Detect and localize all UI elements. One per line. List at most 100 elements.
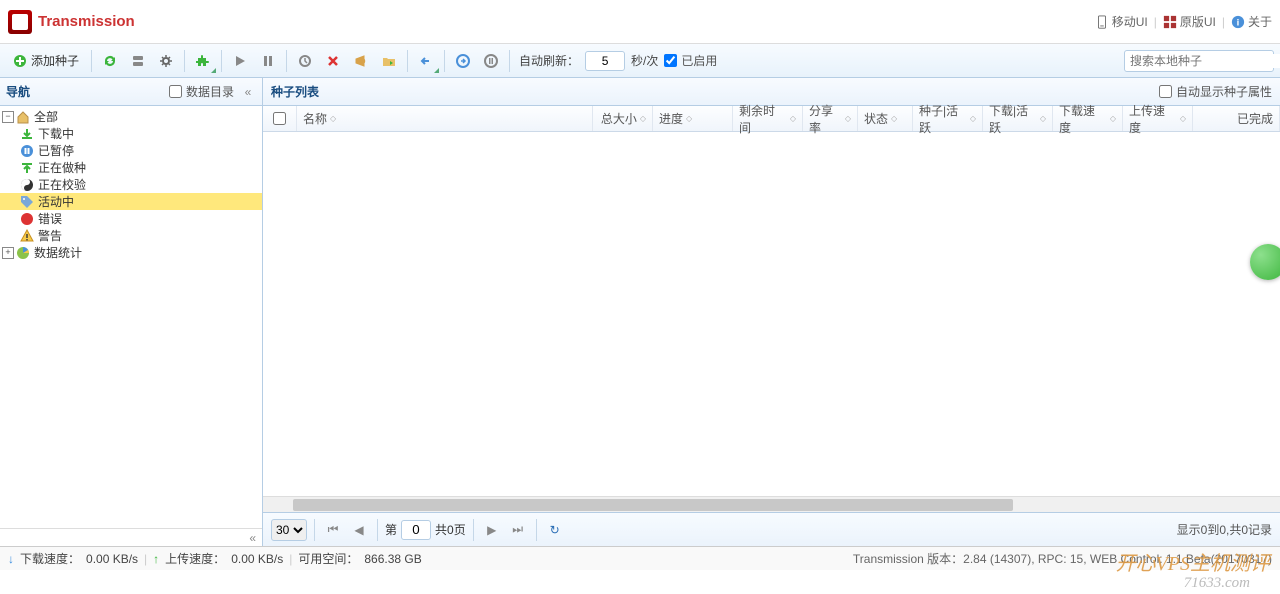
folder-move-icon [382, 54, 396, 68]
col-progress[interactable]: 进度◇ [653, 106, 733, 131]
search-box[interactable] [1124, 50, 1274, 72]
grid-icon [1163, 15, 1177, 29]
pause-circle-icon [484, 54, 498, 68]
tree-item-verifying[interactable]: 正在校验 [0, 176, 262, 193]
col-seeds[interactable]: 种子|活跃◇ [913, 106, 983, 131]
collapse-nav-icon[interactable]: « [240, 84, 256, 100]
page-size-select[interactable]: 30 [271, 519, 307, 541]
space-value: 866.38 GB [364, 552, 421, 566]
expand-icon[interactable]: + [2, 247, 14, 259]
pause-button[interactable] [255, 49, 281, 73]
warning-icon [20, 229, 34, 243]
yinyang-icon [20, 178, 34, 192]
plus-icon [13, 54, 27, 68]
play-button[interactable] [227, 49, 253, 73]
start-all-button[interactable] [97, 49, 123, 73]
recheck-icon [298, 54, 312, 68]
page-input[interactable] [401, 520, 431, 540]
pause-icon [262, 55, 274, 67]
enabled-checkbox[interactable] [664, 54, 677, 67]
server-button[interactable] [125, 49, 151, 73]
location-button[interactable] [376, 49, 402, 73]
col-peers[interactable]: 下载|活跃◇ [983, 106, 1053, 131]
app-header: Transmission 移动UI | 原版UI | i 关于 [0, 0, 1280, 44]
search-input[interactable] [1130, 54, 1280, 68]
play-icon [234, 55, 246, 67]
pager: 30 ⏮ ◀ 第 共0页 ▶ ⏭ ↻ 显示0到0,共0记录 [263, 512, 1280, 546]
auto-show-check[interactable]: 自动显示种子属性 [1159, 83, 1272, 100]
col-size[interactable]: 总大小◇ [593, 106, 653, 131]
error-icon [20, 212, 34, 226]
plugins-button[interactable] [190, 49, 216, 73]
toolbar: 添加种子 自动刷新： 秒/次 已启用 [0, 44, 1280, 78]
status-bar: ↓ 下载速度： 0.00 KB/s | ↑ 上传速度： 0.00 KB/s | … [0, 546, 1280, 570]
remove-icon [327, 55, 339, 67]
auto-refresh-label: 自动刷新： [519, 52, 579, 69]
main-body: − 全部 下载中 已暂停 正在做种 正在校验 活动中 [0, 106, 1280, 546]
phone-icon [1095, 15, 1109, 29]
queue-button[interactable] [478, 49, 504, 73]
speed-arrow-icon [419, 54, 433, 68]
expand-icon[interactable]: − [2, 111, 14, 123]
ul-value: 0.00 KB/s [231, 552, 283, 566]
reload-button[interactable]: ↻ [544, 519, 566, 541]
col-name[interactable]: 名称◇ [297, 106, 593, 131]
col-dl-speed[interactable]: 下载速度◇ [1053, 106, 1123, 131]
settings-button[interactable] [153, 49, 179, 73]
last-page-button[interactable]: ⏭ [507, 519, 529, 541]
floating-action-button[interactable] [1250, 244, 1280, 280]
refresh-green-icon [103, 54, 117, 68]
brand: Transmission [8, 10, 135, 34]
col-checkbox[interactable] [263, 106, 297, 131]
horizontal-scrollbar[interactable] [263, 496, 1280, 512]
about-link[interactable]: i 关于 [1231, 13, 1272, 30]
first-page-button[interactable]: ⏮ [322, 519, 344, 541]
gear-icon [159, 54, 173, 68]
col-done[interactable]: 已完成 [1193, 106, 1280, 131]
speed-limit-button[interactable] [413, 49, 439, 73]
tree-item-downloading[interactable]: 下载中 [0, 125, 262, 142]
col-remaining[interactable]: 剩余时间◇ [733, 106, 803, 131]
data-dir-check[interactable]: 数据目录 [169, 83, 234, 100]
tree-item-all[interactable]: − 全部 [0, 108, 262, 125]
tree-item-active[interactable]: 活动中 [0, 193, 262, 210]
remove-button[interactable] [320, 49, 346, 73]
grid-body[interactable] [263, 132, 1280, 496]
tree-item-seeding[interactable]: 正在做种 [0, 159, 262, 176]
col-status[interactable]: 状态◇ [858, 106, 913, 131]
col-ul-speed[interactable]: 上传速度◇ [1123, 106, 1193, 131]
torrent-list: 名称◇ 总大小◇ 进度◇ 剩余时间◇ 分享率◇ 状态◇ 种子|活跃◇ 下载|活跃… [263, 106, 1280, 546]
page-label-pre: 第 [385, 521, 397, 538]
list-title: 种子列表 [271, 83, 319, 100]
reannounce-button[interactable] [348, 49, 374, 73]
tree-item-warning[interactable]: 警告 [0, 227, 262, 244]
nav-collapse-footer[interactable]: « [0, 528, 262, 546]
nav-panel-header: 导航 数据目录 « [0, 78, 263, 105]
tree-item-error[interactable]: 错误 [0, 210, 262, 227]
col-ratio[interactable]: 分享率◇ [803, 106, 858, 131]
original-ui-link[interactable]: 原版UI [1163, 13, 1216, 30]
enabled-check[interactable]: 已启用 [664, 52, 717, 69]
paused-tree-icon [20, 144, 34, 158]
scrollbar-thumb[interactable] [293, 499, 1013, 511]
prev-page-button[interactable]: ◀ [348, 519, 370, 541]
watermark-url: 71633.com [1184, 575, 1250, 592]
upload-icon [20, 161, 34, 175]
add-torrent-button[interactable]: 添加种子 [6, 49, 86, 73]
announce-icon [354, 54, 368, 68]
chart-icon [16, 246, 30, 260]
ul-label: 上传速度： [165, 550, 225, 567]
tree-item-paused[interactable]: 已暂停 [0, 142, 262, 159]
verify-button[interactable] [292, 49, 318, 73]
pager-summary: 显示0到0,共0记录 [1177, 521, 1272, 538]
next-page-button[interactable]: ▶ [481, 519, 503, 541]
auto-refresh-unit: 秒/次 [631, 52, 658, 69]
grid-header: 名称◇ 总大小◇ 进度◇ 剩余时间◇ 分享率◇ 状态◇ 种子|活跃◇ 下载|活跃… [263, 106, 1280, 132]
tree-item-stats[interactable]: + 数据统计 [0, 244, 262, 261]
download-icon [20, 127, 34, 141]
header-links: 移动UI | 原版UI | i 关于 [1095, 13, 1272, 30]
auto-refresh-input[interactable] [585, 51, 625, 71]
alt-speed-button[interactable] [450, 49, 476, 73]
tag-icon [20, 195, 34, 209]
mobile-ui-link[interactable]: 移动UI [1095, 13, 1148, 30]
